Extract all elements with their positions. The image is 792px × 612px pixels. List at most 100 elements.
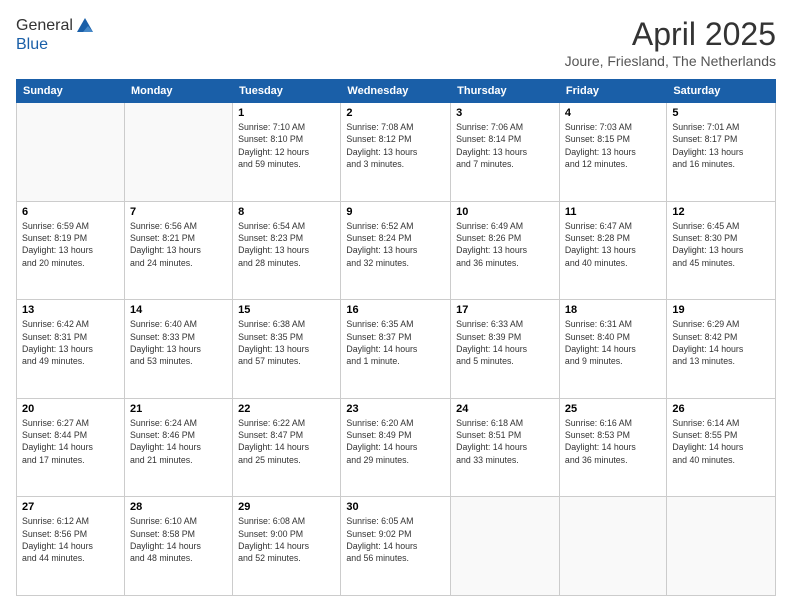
calendar-cell: 1Sunrise: 7:10 AM Sunset: 8:10 PM Daylig… (233, 103, 341, 202)
calendar-cell: 24 Sunrise: 6:18 AM Sunset: 8:51 PM Dayli… (451, 398, 560, 497)
day-info: Sunrise: 6:52 AM Sunset: 8:24 PM Dayligh… (346, 220, 445, 269)
calendar-cell: 25Sunrise: 6:16 AM Sunset: 8:53 PM Dayli… (559, 398, 666, 497)
header-wednesday: Wednesday (341, 80, 451, 103)
calendar-cell: 19 Sunrise: 6:29 AM Sunset: 8:42 PM Dayli… (667, 300, 776, 399)
day-number: 29 (238, 501, 335, 513)
day-number: 11 (565, 206, 661, 218)
day-info: Sunrise: 6:05 AM Sunset: 9:02 PM Dayligh… (346, 515, 445, 564)
header-sunday: Sunday (17, 80, 125, 103)
calendar-cell: 7Sunrise: 6:56 AM Sunset: 8:21 PM Daylig… (124, 201, 232, 300)
calendar-cell: 23 Sunrise: 6:20 AM Sunset: 8:49 PM Dayli… (341, 398, 451, 497)
month-year: April 2025 (565, 16, 776, 53)
day-number: 12 (672, 206, 770, 218)
day-number: 8 (238, 206, 335, 218)
day-info: Sunrise: 6:42 AM Sunset: 8:31 PM Dayligh… (22, 318, 119, 367)
day-number: 25 (565, 403, 661, 415)
day-number: 17 (456, 304, 554, 316)
calendar-cell: 15 Sunrise: 6:38 AM Sunset: 8:35 PM Dayli… (233, 300, 341, 399)
calendar-cell: 2 Sunrise: 7:08 AM Sunset: 8:12 PM Daylig… (341, 103, 451, 202)
calendar-cell (667, 497, 776, 596)
calendar-week-row: 6 Sunrise: 6:59 AM Sunset: 8:19 PM Daylig… (17, 201, 776, 300)
calendar-week-row: 27Sunrise: 6:12 AM Sunset: 8:56 PM Dayli… (17, 497, 776, 596)
day-info: Sunrise: 6:18 AM Sunset: 8:51 PM Dayligh… (456, 417, 554, 466)
calendar-cell (17, 103, 125, 202)
calendar-cell: 6 Sunrise: 6:59 AM Sunset: 8:19 PM Daylig… (17, 201, 125, 300)
day-number: 19 (672, 304, 770, 316)
calendar-cell: 8 Sunrise: 6:54 AM Sunset: 8:23 PM Daylig… (233, 201, 341, 300)
location: Joure, Friesland, The Netherlands (565, 53, 776, 69)
day-info: Sunrise: 7:03 AM Sunset: 8:15 PM Dayligh… (565, 121, 661, 170)
day-info: Sunrise: 6:35 AM Sunset: 8:37 PM Dayligh… (346, 318, 445, 367)
day-number: 24 (456, 403, 554, 415)
header-monday: Monday (124, 80, 232, 103)
day-number: 15 (238, 304, 335, 316)
calendar-cell (124, 103, 232, 202)
header-saturday: Saturday (667, 80, 776, 103)
logo-icon (75, 16, 95, 36)
calendar-cell: 5Sunrise: 7:01 AM Sunset: 8:17 PM Daylig… (667, 103, 776, 202)
day-info: Sunrise: 7:10 AM Sunset: 8:10 PM Dayligh… (238, 121, 335, 170)
calendar-cell: 18Sunrise: 6:31 AM Sunset: 8:40 PM Dayli… (559, 300, 666, 399)
day-info: Sunrise: 6:24 AM Sunset: 8:46 PM Dayligh… (130, 417, 227, 466)
day-number: 30 (346, 501, 445, 513)
day-info: Sunrise: 6:20 AM Sunset: 8:49 PM Dayligh… (346, 417, 445, 466)
calendar-cell: 17 Sunrise: 6:33 AM Sunset: 8:39 PM Dayli… (451, 300, 560, 399)
calendar-week-row: 20Sunrise: 6:27 AM Sunset: 8:44 PM Dayli… (17, 398, 776, 497)
calendar-cell: 28 Sunrise: 6:10 AM Sunset: 8:58 PM Dayli… (124, 497, 232, 596)
day-info: Sunrise: 6:40 AM Sunset: 8:33 PM Dayligh… (130, 318, 227, 367)
day-info: Sunrise: 7:01 AM Sunset: 8:17 PM Dayligh… (672, 121, 770, 170)
calendar-cell: 16 Sunrise: 6:35 AM Sunset: 8:37 PM Dayli… (341, 300, 451, 399)
header-thursday: Thursday (451, 80, 560, 103)
day-info: Sunrise: 6:31 AM Sunset: 8:40 PM Dayligh… (565, 318, 661, 367)
day-number: 23 (346, 403, 445, 415)
day-info: Sunrise: 6:54 AM Sunset: 8:23 PM Dayligh… (238, 220, 335, 269)
calendar-week-row: 13 Sunrise: 6:42 AM Sunset: 8:31 PM Dayli… (17, 300, 776, 399)
day-number: 16 (346, 304, 445, 316)
page: General Blue April 2025 Joure, Friesland… (0, 0, 792, 612)
day-info: Sunrise: 6:49 AM Sunset: 8:26 PM Dayligh… (456, 220, 554, 269)
day-number: 26 (672, 403, 770, 415)
calendar-cell: 21 Sunrise: 6:24 AM Sunset: 8:46 PM Dayli… (124, 398, 232, 497)
day-number: 2 (346, 107, 445, 119)
logo: General Blue (16, 16, 95, 54)
calendar-cell: 26Sunrise: 6:14 AM Sunset: 8:55 PM Dayli… (667, 398, 776, 497)
calendar-cell: 30 Sunrise: 6:05 AM Sunset: 9:02 PM Dayli… (341, 497, 451, 596)
day-number: 20 (22, 403, 119, 415)
day-number: 3 (456, 107, 554, 119)
day-info: Sunrise: 6:33 AM Sunset: 8:39 PM Dayligh… (456, 318, 554, 367)
day-number: 13 (22, 304, 119, 316)
day-info: Sunrise: 6:38 AM Sunset: 8:35 PM Dayligh… (238, 318, 335, 367)
calendar-cell (451, 497, 560, 596)
day-number: 6 (22, 206, 119, 218)
day-info: Sunrise: 7:06 AM Sunset: 8:14 PM Dayligh… (456, 121, 554, 170)
day-info: Sunrise: 6:45 AM Sunset: 8:30 PM Dayligh… (672, 220, 770, 269)
calendar: Sunday Monday Tuesday Wednesday Thursday… (16, 79, 776, 596)
calendar-cell: 3 Sunrise: 7:06 AM Sunset: 8:14 PM Daylig… (451, 103, 560, 202)
day-info: Sunrise: 6:10 AM Sunset: 8:58 PM Dayligh… (130, 515, 227, 564)
calendar-cell: 11Sunrise: 6:47 AM Sunset: 8:28 PM Dayli… (559, 201, 666, 300)
day-info: Sunrise: 6:08 AM Sunset: 9:00 PM Dayligh… (238, 515, 335, 564)
header-tuesday: Tuesday (233, 80, 341, 103)
header-friday: Friday (559, 80, 666, 103)
calendar-cell: 10 Sunrise: 6:49 AM Sunset: 8:26 PM Dayli… (451, 201, 560, 300)
day-info: Sunrise: 7:08 AM Sunset: 8:12 PM Dayligh… (346, 121, 445, 170)
day-number: 4 (565, 107, 661, 119)
day-info: Sunrise: 6:12 AM Sunset: 8:56 PM Dayligh… (22, 515, 119, 564)
logo-blue-text: Blue (16, 36, 95, 54)
day-number: 7 (130, 206, 227, 218)
calendar-cell: 9Sunrise: 6:52 AM Sunset: 8:24 PM Daylig… (341, 201, 451, 300)
calendar-cell: 27Sunrise: 6:12 AM Sunset: 8:56 PM Dayli… (17, 497, 125, 596)
calendar-cell: 29 Sunrise: 6:08 AM Sunset: 9:00 PM Dayli… (233, 497, 341, 596)
calendar-cell: 13 Sunrise: 6:42 AM Sunset: 8:31 PM Dayli… (17, 300, 125, 399)
day-info: Sunrise: 6:29 AM Sunset: 8:42 PM Dayligh… (672, 318, 770, 367)
logo-general-text: General (16, 17, 73, 35)
day-number: 14 (130, 304, 227, 316)
calendar-cell: 22Sunrise: 6:22 AM Sunset: 8:47 PM Dayli… (233, 398, 341, 497)
day-info: Sunrise: 6:22 AM Sunset: 8:47 PM Dayligh… (238, 417, 335, 466)
day-number: 10 (456, 206, 554, 218)
calendar-cell: 20Sunrise: 6:27 AM Sunset: 8:44 PM Dayli… (17, 398, 125, 497)
day-number: 28 (130, 501, 227, 513)
day-number: 21 (130, 403, 227, 415)
day-info: Sunrise: 6:59 AM Sunset: 8:19 PM Dayligh… (22, 220, 119, 269)
calendar-header-row: Sunday Monday Tuesday Wednesday Thursday… (17, 80, 776, 103)
